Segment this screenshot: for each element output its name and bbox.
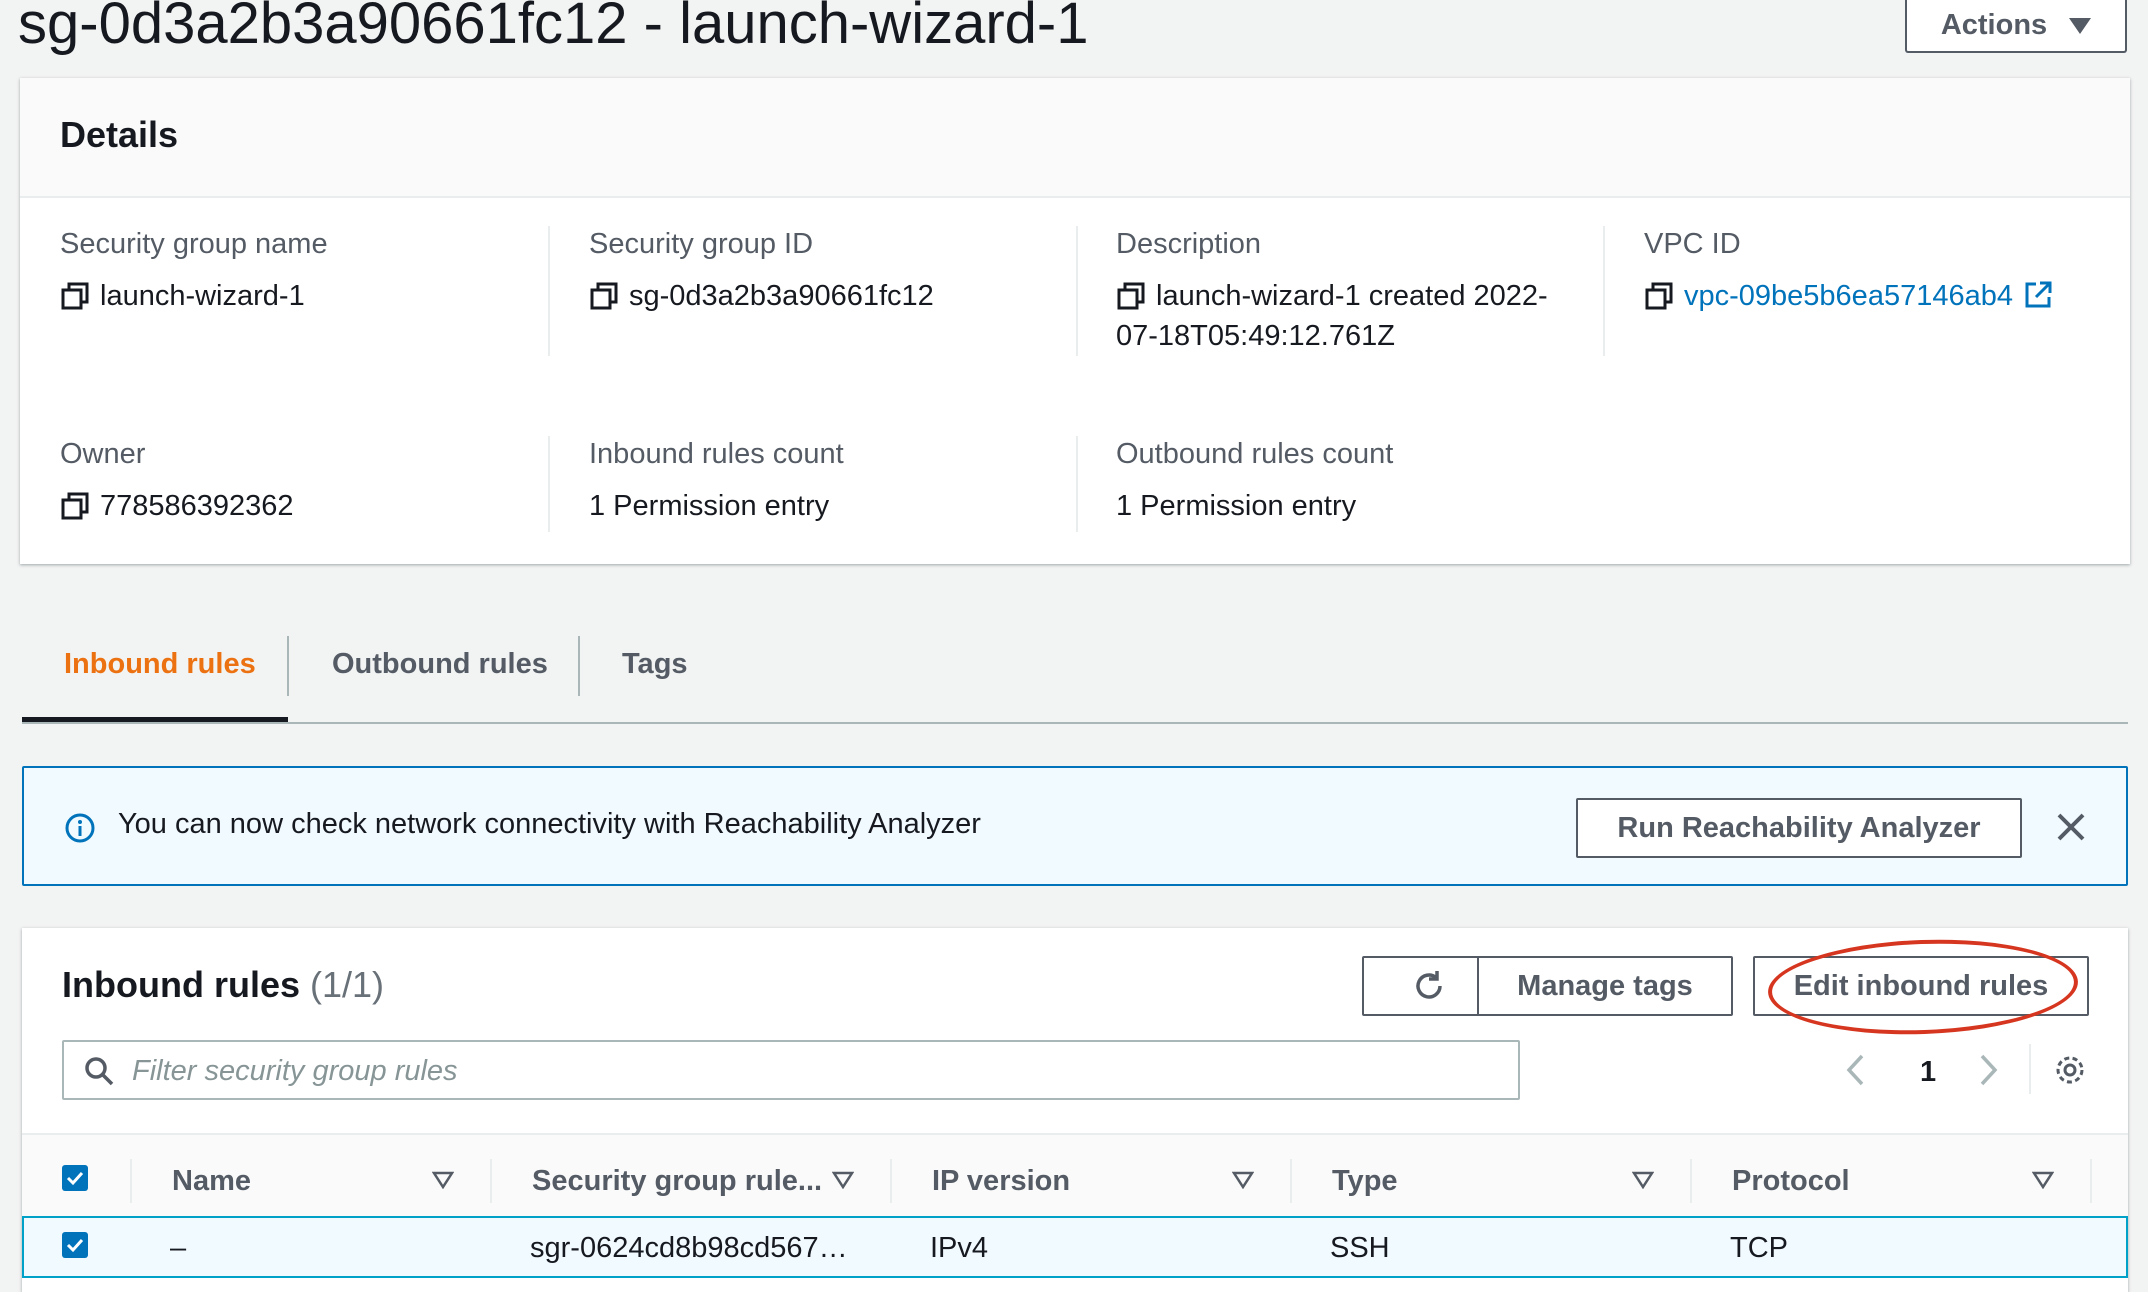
column-header-type[interactable]: Type [1332, 1165, 1398, 1198]
description-value: launch-wizard-1 created 2022- [1116, 276, 1548, 316]
manage-tags-button[interactable]: Manage tags [1477, 956, 1733, 1016]
sort-caret-icon[interactable] [832, 1171, 854, 1189]
checkmark-icon [66, 1238, 84, 1253]
column-divider [548, 226, 550, 356]
details-header [20, 78, 2130, 198]
description-text-line1: launch-wizard-1 created 2022- [1156, 280, 1548, 312]
pagination-divider [2029, 1044, 2031, 1094]
settings-gear-icon[interactable] [2052, 1052, 2088, 1088]
info-icon [65, 813, 95, 843]
cell-type: SSH [1330, 1232, 1390, 1264]
column-separator [1690, 1159, 1692, 1203]
details-title: Details [60, 114, 179, 155]
rules-count: (1/1) [310, 964, 385, 1005]
table-row[interactable]: – sgr-0624cd8b98cd567… IPv4 SSH TCP [22, 1216, 2128, 1278]
search-input[interactable]: Filter security group rules [62, 1040, 1520, 1100]
details-panel: Details Security group name launch-wizar… [20, 78, 2130, 564]
vpc-id-value: vpc-09be5b6ea57146ab4 [1644, 276, 2053, 316]
copy-icon[interactable] [1644, 278, 1674, 314]
outbound-rules-count-label: Outbound rules count [1116, 438, 1394, 470]
cell-protocol: TCP [1730, 1232, 1788, 1264]
inbound-rules-count-value: 1 Permission entry [589, 490, 830, 522]
chevron-right-icon[interactable] [1978, 1052, 2000, 1088]
column-divider [1603, 226, 1605, 356]
tab-divider [578, 636, 580, 696]
banner-message: You can now check network connectivity w… [118, 808, 981, 840]
column-separator [1290, 1159, 1292, 1203]
security-group-name-value: launch-wizard-1 [60, 276, 305, 316]
run-reachability-analyzer-button[interactable]: Run Reachability Analyzer [1576, 798, 2022, 858]
tab-divider [287, 636, 289, 696]
external-link-icon[interactable] [2023, 280, 2053, 310]
copy-icon[interactable] [589, 278, 619, 314]
refresh-button[interactable] [1362, 956, 1496, 1016]
column-header-name[interactable]: Name [172, 1165, 251, 1198]
sort-caret-icon[interactable] [1632, 1171, 1654, 1189]
column-separator [130, 1159, 132, 1203]
outbound-rules-count-value: 1 Permission entry [1116, 490, 1357, 522]
active-tab-indicator [22, 717, 288, 722]
copy-icon[interactable] [60, 278, 90, 314]
tab-tags[interactable]: Tags [622, 648, 688, 681]
column-header-rule-id[interactable]: Security group rule... [532, 1165, 822, 1198]
vpc-id-label: VPC ID [1644, 228, 1741, 260]
rules-title: Inbound rules (1/1) [62, 964, 384, 1006]
tabs-baseline [22, 722, 2128, 724]
security-group-name-label: Security group name [60, 228, 328, 260]
sort-caret-icon[interactable] [432, 1171, 454, 1189]
copy-icon[interactable] [1116, 278, 1146, 314]
column-separator [2090, 1159, 2092, 1203]
select-all-checkbox[interactable] [62, 1165, 88, 1191]
tab-inbound-rules[interactable]: Inbound rules [64, 648, 256, 681]
checkmark-icon [66, 1171, 84, 1186]
caret-down-icon [2069, 17, 2092, 34]
owner-value: 778586392362 [60, 486, 294, 526]
cell-rule-id: sgr-0624cd8b98cd567… [530, 1232, 848, 1264]
security-group-name-text: launch-wizard-1 [100, 280, 305, 312]
chevron-left-icon[interactable] [1844, 1052, 1866, 1088]
rules-title-text: Inbound rules [62, 964, 300, 1005]
refresh-icon [1416, 971, 1442, 999]
vpc-id-link[interactable]: vpc-09be5b6ea57146ab4 [1684, 276, 2013, 316]
tab-outbound-rules[interactable]: Outbound rules [332, 648, 548, 681]
info-banner: You can now check network connectivity w… [22, 766, 2128, 886]
sort-caret-icon[interactable] [1232, 1171, 1254, 1189]
close-icon[interactable] [2054, 810, 2088, 844]
actions-label: Actions [1940, 9, 2048, 41]
security-group-id-label: Security group ID [589, 228, 814, 260]
sort-caret-icon[interactable] [2032, 1171, 2054, 1189]
row-checkbox[interactable] [62, 1232, 88, 1258]
search-icon [85, 1057, 114, 1086]
page-title: sg-0d3a2b3a90661fc12 - launch-wizard-1 [18, 0, 1089, 56]
description-label: Description [1116, 228, 1262, 260]
security-group-id-text: sg-0d3a2b3a90661fc12 [629, 280, 934, 312]
cell-name: – [170, 1232, 187, 1264]
owner-label: Owner [60, 438, 146, 470]
column-separator [490, 1159, 492, 1203]
column-divider [1076, 436, 1078, 532]
cell-ip-version: IPv4 [930, 1232, 989, 1264]
column-header-protocol[interactable]: Protocol [1732, 1165, 1850, 1198]
actions-button[interactable]: Actions [1905, 0, 2127, 53]
security-group-id-value: sg-0d3a2b3a90661fc12 [589, 276, 934, 316]
description-text-line2: 07-18T05:49:12.761Z [1116, 320, 1395, 352]
column-header-ip-version[interactable]: IP version [932, 1165, 1070, 1198]
page-number[interactable]: 1 [1920, 1056, 1936, 1089]
column-separator [890, 1159, 892, 1203]
copy-icon[interactable] [60, 488, 90, 524]
owner-text: 778586392362 [100, 490, 294, 522]
inbound-rules-count-label: Inbound rules count [589, 438, 844, 470]
column-divider [548, 436, 550, 532]
search-placeholder: Filter security group rules [132, 1055, 458, 1087]
column-divider [1076, 226, 1078, 356]
